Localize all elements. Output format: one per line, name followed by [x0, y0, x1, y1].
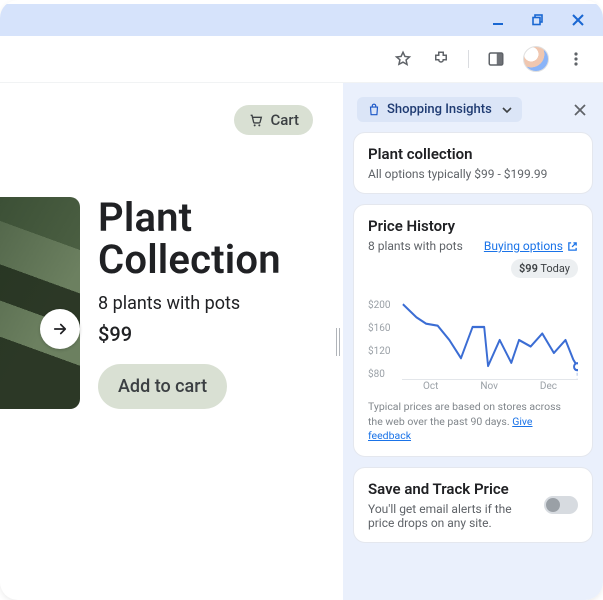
panel-resize-handle[interactable]	[333, 83, 343, 600]
track-subtitle: You'll get email alerts if the price dro…	[368, 502, 536, 530]
panel-close-button[interactable]	[571, 101, 589, 119]
arrow-right-icon	[51, 320, 69, 338]
buying-options-link[interactable]: Buying options	[484, 239, 578, 253]
product-title: Plant Collection	[98, 197, 281, 281]
summary-card: Plant collection All options typically $…	[353, 132, 593, 194]
chart-footnote: Typical prices are based on stores acros…	[368, 400, 578, 444]
toolbar-divider	[468, 50, 469, 68]
track-title: Save and Track Price	[368, 480, 536, 498]
shopping-insights-panel: Shopping Insights Plant collection All o…	[343, 83, 603, 600]
product-price: $99	[98, 322, 281, 346]
profile-avatar[interactable]	[523, 46, 549, 72]
window-minimize-icon[interactable]	[491, 13, 505, 27]
external-link-icon	[567, 241, 578, 252]
add-to-cart-button[interactable]: Add to cart	[98, 364, 227, 409]
cart-label: Cart	[270, 111, 299, 129]
shopping-bag-icon	[367, 103, 381, 117]
cart-button[interactable]: Cart	[234, 105, 313, 135]
side-panel-icon[interactable]	[485, 48, 507, 70]
price-history-card: Price History 8 plants with pots Buying …	[353, 204, 593, 457]
product-subtitle: 8 plants with pots	[98, 293, 281, 314]
bookmark-star-icon[interactable]	[392, 48, 414, 70]
chart-baseline	[402, 379, 578, 380]
panel-selector-label: Shopping Insights	[387, 102, 492, 117]
summary-title: Plant collection	[368, 145, 578, 163]
product-image	[0, 197, 80, 409]
caret-down-icon	[502, 105, 512, 115]
kebab-menu-icon[interactable]	[565, 48, 587, 70]
track-price-card: Save and Track Price You'll get email al…	[353, 467, 593, 543]
history-title: Price History	[368, 217, 578, 235]
extensions-icon[interactable]	[430, 48, 452, 70]
close-icon	[574, 104, 586, 116]
cart-icon	[248, 112, 264, 128]
chart-x-axis: Oct Nov Dec	[402, 381, 578, 392]
summary-range: All options typically $99 - $199.99	[368, 167, 578, 181]
chart-y-axis: $200 $160 $120 $80	[368, 300, 390, 380]
window-titlebar	[0, 4, 603, 36]
track-price-toggle[interactable]	[544, 496, 578, 514]
history-subtitle: 8 plants with pots	[368, 239, 463, 253]
today-price-pill: $99 Today	[511, 259, 578, 278]
product-info: Plant Collection 8 plants with pots $99 …	[98, 197, 281, 409]
price-history-chart: $200 $160 $120 $80 Oct Nov Dec	[368, 300, 578, 392]
window-restore-icon[interactable]	[531, 13, 545, 27]
window-close-icon[interactable]	[571, 13, 585, 27]
panel-selector-chip[interactable]: Shopping Insights	[357, 97, 522, 122]
product-page: Cart Plant Collection 8 plants with pots…	[0, 83, 333, 600]
next-image-button[interactable]	[40, 309, 80, 349]
browser-toolbar	[0, 36, 603, 83]
